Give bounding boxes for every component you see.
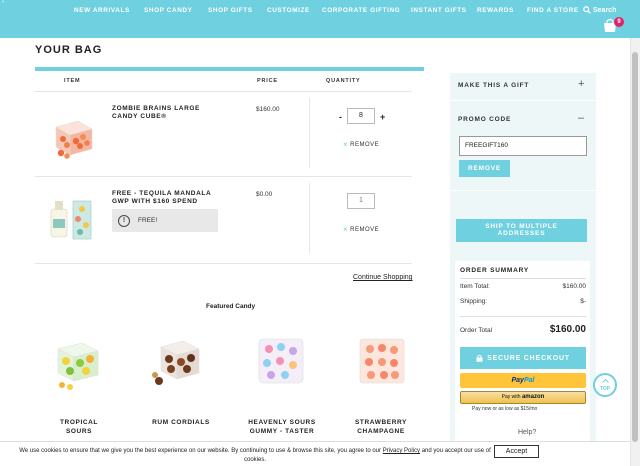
- accept-cookies-button[interactable]: Accept: [494, 445, 539, 458]
- nav-rewards[interactable]: REWARDS: [477, 7, 514, 14]
- heavenly-sours-image[interactable]: [255, 335, 307, 387]
- strawberry-champagne-image[interactable]: [356, 335, 408, 387]
- lock-icon: [476, 354, 483, 362]
- order-total-label: Order Total: [460, 327, 493, 334]
- nav-shop-gifts[interactable]: SHOP GIFTS: [208, 7, 253, 14]
- summary-divider: [460, 278, 586, 279]
- quantity-input[interactable]: 8: [347, 108, 375, 124]
- pay-later-text: Pay now or as low as $15/mo: [472, 406, 538, 412]
- featured-name-line: GUMMY - TASTER: [249, 428, 315, 435]
- promo-code-input[interactable]: FREEGIFT160: [459, 136, 587, 156]
- free-banner-label: FREE!: [138, 217, 158, 224]
- paypal-logo-part: Pay: [511, 377, 524, 384]
- secure-checkout-button[interactable]: SECURE CHECKOUT: [460, 347, 586, 369]
- close-icon: ×: [343, 225, 349, 234]
- checkout-label: SECURE CHECKOUT: [487, 354, 570, 362]
- featured-candy-heading: Featured Candy: [206, 303, 256, 310]
- tropical-sours-image[interactable]: [50, 335, 104, 391]
- back-to-top-button[interactable]: TOP: [593, 373, 617, 397]
- remove-promo-button[interactable]: REMOVE: [459, 160, 510, 177]
- featured-product-name[interactable]: TROPICAL SOURS: [48, 418, 110, 436]
- back-to-top-label: TOP: [599, 386, 611, 392]
- nav-instant-gifts[interactable]: INSTANT GIFTS: [411, 7, 467, 14]
- page-title: YOUR BAG: [35, 44, 103, 56]
- amazon-prefix: Pay with: [501, 394, 521, 400]
- ship-label-line: SHIP TO MULTIPLE: [485, 223, 558, 230]
- continue-shopping-link[interactable]: Continue Shopping: [353, 274, 413, 281]
- cookie-text-before: We use cookies to ensure that we give yo…: [19, 448, 382, 454]
- search-label: Search: [593, 6, 617, 14]
- page: { "header": { "nav": ["NEW ARRIVALS", "S…: [0, 0, 640, 466]
- promo-code-toggle[interactable]: PROMO CODE: [458, 116, 511, 123]
- paypal-logo-part: Pal: [523, 377, 535, 384]
- privacy-policy-link[interactable]: Privacy Policy: [383, 448, 420, 454]
- search-icon: [583, 6, 591, 14]
- zombie-brains-product-image[interactable]: [48, 115, 98, 160]
- featured-name-line: HEAVENLY SOURS: [248, 419, 316, 426]
- featured-name-line: CHAMPAGNE: [357, 428, 405, 435]
- close-icon: ×: [343, 140, 349, 149]
- free-gift-banner: ! FREE!: [112, 209, 218, 232]
- cookie-banner: We use cookies to ensure that we give yo…: [0, 441, 630, 466]
- column-header-quantity: QUANTITY: [326, 78, 361, 84]
- ship-label-line: ADDRESSES: [497, 230, 546, 237]
- item-total-label: Item Total:: [460, 283, 490, 290]
- column-header-price: PRICE: [257, 78, 278, 84]
- chevron-up-icon: [601, 378, 609, 383]
- quantity-increase-button[interactable]: +: [380, 112, 385, 122]
- remove-item-button[interactable]: × REMOVE: [343, 225, 379, 234]
- summary-divider: [460, 316, 586, 317]
- bag-count-badge: 9: [614, 17, 624, 27]
- plus-icon[interactable]: +: [578, 78, 584, 90]
- item-name[interactable]: FREE - TEQUILA MANDALA GWP WITH $160 SPE…: [112, 190, 222, 206]
- quantity-decrease-button[interactable]: -: [339, 112, 342, 122]
- featured-product-name[interactable]: RUM CORDIALS: [146, 418, 216, 427]
- row-divider: [35, 263, 412, 264]
- quantity-input[interactable]: 1: [347, 193, 375, 209]
- column-header-item: ITEM: [64, 78, 81, 84]
- cookie-message: We use cookies to ensure that we give yo…: [10, 447, 500, 465]
- featured-product-name[interactable]: STRAWBERRY CHAMPAGNE: [346, 418, 416, 436]
- column-divider: [309, 98, 310, 168]
- remove-label: REMOVE: [350, 141, 380, 148]
- amazon-logo: amazon: [521, 394, 545, 400]
- scrollbar-thumb[interactable]: [632, 52, 638, 442]
- title-rule: [35, 67, 424, 71]
- item-total-value: $160.00: [562, 283, 587, 290]
- logo-mark-icon: °: [2, 1, 5, 7]
- order-total-value: $160.00: [549, 324, 586, 335]
- item-name[interactable]: ZOMBIE BRAINS LARGE CANDY CUBE®: [112, 105, 222, 121]
- rum-cordials-image[interactable]: [147, 335, 205, 391]
- nav-new-arrivals[interactable]: NEW ARRIVALS: [74, 7, 130, 14]
- column-divider: [309, 183, 310, 253]
- item-price: $160.00: [256, 106, 280, 113]
- row-divider: [35, 176, 412, 177]
- help-link[interactable]: Help?: [518, 429, 536, 436]
- item-price: $0.00: [256, 191, 273, 198]
- amazon-pay-button[interactable]: Pay with amazon: [460, 391, 586, 404]
- nav-shop-candy[interactable]: SHOP CANDY: [144, 7, 193, 14]
- minus-icon[interactable]: –: [578, 112, 584, 124]
- featured-name-line: STRAWBERRY: [355, 419, 407, 426]
- nav-customize[interactable]: CUSTOMIZE: [267, 7, 310, 14]
- ship-to-multiple-addresses-button[interactable]: SHIP TO MULTIPLE ADDRESSES: [456, 219, 587, 242]
- exclamation-icon: !: [118, 214, 130, 227]
- top-navigation-bar: ° NEW ARRIVALS SHOP CANDY SHOP GIFTS CUS…: [0, 0, 640, 38]
- featured-product-name[interactable]: HEAVENLY SOURS GUMMY - TASTER: [242, 418, 322, 436]
- sidebar-divider: [450, 190, 596, 191]
- remove-label: REMOVE: [350, 226, 380, 233]
- make-gift-toggle[interactable]: MAKE THIS A GIFT: [458, 82, 529, 89]
- remove-item-button[interactable]: × REMOVE: [343, 140, 379, 149]
- shipping-label: Shipping:: [460, 298, 488, 305]
- nav-corporate-gifting[interactable]: CORPORATE GIFTING: [322, 7, 400, 14]
- row-divider: [35, 91, 412, 92]
- search-button[interactable]: Search: [583, 6, 616, 14]
- paypal-button[interactable]: PayPal: [460, 373, 586, 388]
- shipping-value: $-: [580, 298, 586, 305]
- sidebar-divider: [450, 100, 596, 101]
- nav-find-a-store[interactable]: FIND A STORE: [527, 7, 579, 14]
- order-summary-heading: ORDER SUMMARY: [460, 267, 530, 274]
- tequila-mandala-product-image[interactable]: [45, 195, 93, 243]
